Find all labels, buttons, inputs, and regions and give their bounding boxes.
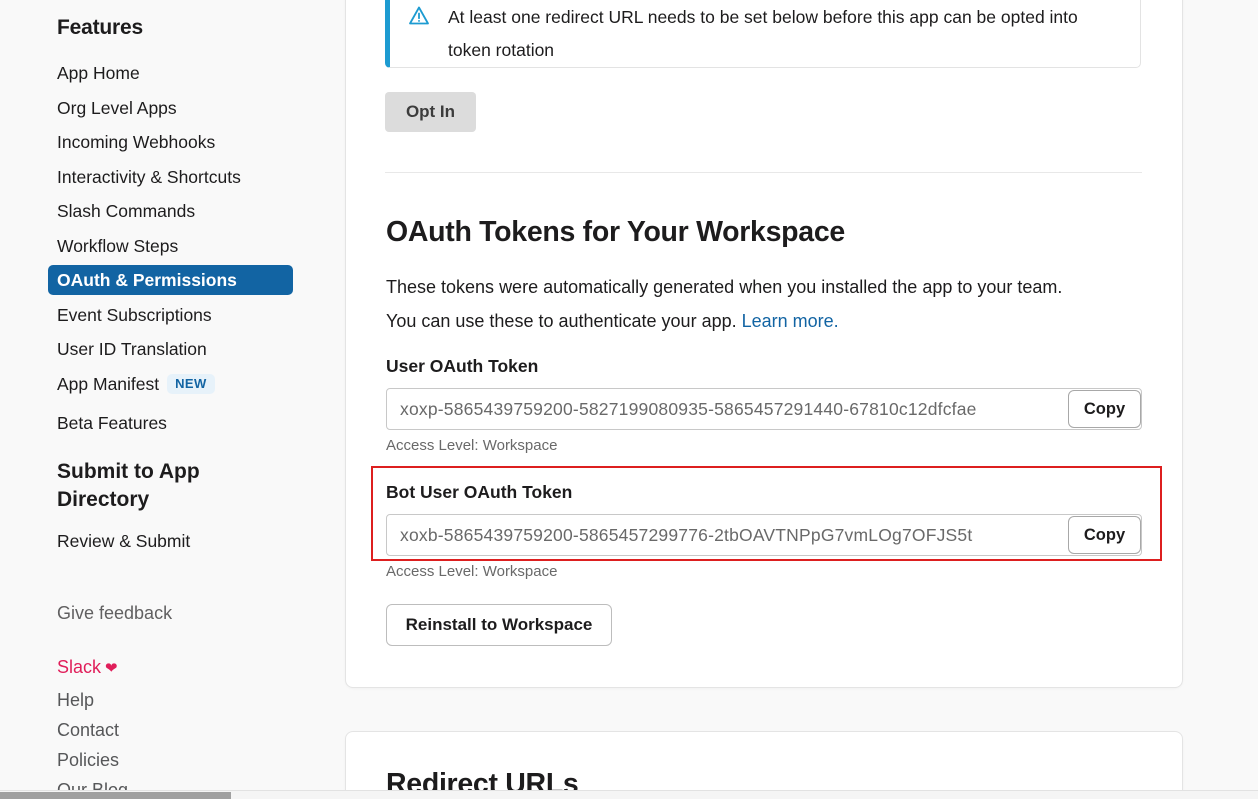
alert-message: At least one redirect URL needs to be se… [448, 1, 1080, 67]
sidebar-item-event-subscriptions[interactable]: Event Subscriptions [0, 298, 345, 333]
learn-more-link[interactable]: Learn more. [742, 311, 839, 331]
bot-user-oauth-token-label: Bot User OAuth Token [386, 482, 572, 503]
slack-link[interactable]: Slack❤ [57, 655, 128, 685]
sidebar-item-slash-commands[interactable]: Slash Commands [0, 194, 345, 229]
section-divider [385, 172, 1142, 173]
give-feedback-link[interactable]: Give feedback [57, 603, 172, 624]
copy-bot-token-button[interactable]: Copy [1068, 516, 1141, 554]
submit-to-app-directory-heading: Submit to App Directory [57, 458, 227, 514]
copy-user-token-button[interactable]: Copy [1068, 390, 1141, 428]
bot-user-oauth-token-input[interactable] [386, 514, 1142, 556]
policies-link[interactable]: Policies [57, 745, 128, 775]
description-line-1: These tokens were automatically generate… [386, 277, 1062, 297]
new-badge: NEW [167, 374, 215, 394]
sidebar-item-workflow-steps[interactable]: Workflow Steps [0, 229, 345, 264]
bot-token-access-level: Access Level: Workspace [386, 563, 557, 580]
sidebar-item-incoming-webhooks[interactable]: Incoming Webhooks [0, 125, 345, 160]
help-link[interactable]: Help [57, 685, 128, 715]
sidebar-item-app-home[interactable]: App Home [0, 56, 345, 91]
sidebar-item-user-id-translation[interactable]: User ID Translation [0, 332, 345, 367]
sidebar-item-review-submit[interactable]: Review & Submit [57, 531, 190, 552]
sidebar-item-interactivity-shortcuts[interactable]: Interactivity & Shortcuts [0, 160, 345, 195]
sidebar-item-oauth-permissions[interactable]: OAuth & Permissions [48, 265, 293, 295]
user-token-access-level: Access Level: Workspace [386, 437, 557, 454]
warning-triangle-icon [407, 4, 431, 28]
horizontal-scrollbar-track[interactable] [0, 790, 1258, 799]
sidebar-nav: App Home Org Level Apps Incoming Webhook… [0, 56, 345, 441]
sidebar-item-beta-features[interactable]: Beta Features [0, 406, 345, 441]
user-oauth-token-input[interactable] [386, 388, 1142, 430]
opt-in-button[interactable]: Opt In [385, 92, 476, 132]
contact-link[interactable]: Contact [57, 715, 128, 745]
heart-icon: ❤ [105, 660, 118, 677]
sidebar-item-org-level-apps[interactable]: Org Level Apps [0, 91, 345, 126]
sidebar-item-app-manifest[interactable]: App Manifest NEW [0, 367, 345, 402]
slack-label: Slack [57, 657, 101, 677]
sidebar-footer: Slack❤ Help Contact Policies Our Blog [57, 655, 128, 799]
features-heading: Features [57, 16, 143, 40]
user-oauth-token-label: User OAuth Token [386, 356, 538, 377]
oauth-section-description: These tokens were automatically generate… [386, 271, 1176, 338]
sidebar-item-label: App Manifest [57, 374, 159, 394]
horizontal-scrollbar-thumb[interactable] [0, 792, 231, 799]
description-line-2: You can use these to authenticate your a… [386, 311, 737, 331]
reinstall-to-workspace-button[interactable]: Reinstall to Workspace [386, 604, 612, 646]
oauth-section-title: OAuth Tokens for Your Workspace [386, 216, 845, 249]
sidebar: Features App Home Org Level Apps Incomin… [0, 0, 345, 799]
